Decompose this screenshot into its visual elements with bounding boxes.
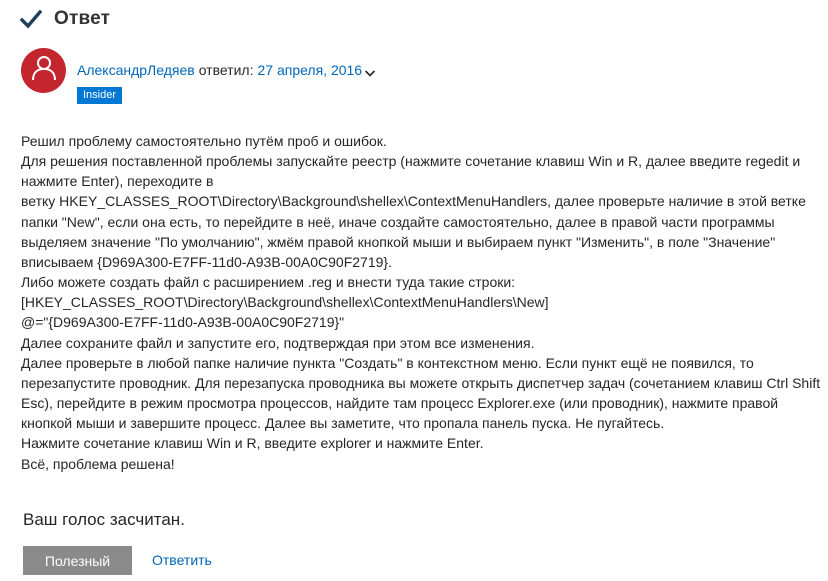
person-icon xyxy=(31,55,56,86)
answer-header: Ответ xyxy=(19,8,111,30)
answer-meta: АлександрЛедяев ответил: 27 апреля, 2016 xyxy=(77,62,376,78)
vote-confirmation: Ваш голос засчитан. xyxy=(23,510,185,529)
reply-link[interactable]: Ответить xyxy=(152,552,212,568)
answer-body: Решил проблему самостоятельно путём проб… xyxy=(21,131,826,474)
body-line: Для решения поставленной проблемы запуск… xyxy=(21,153,801,190)
body-line: Либо можете создать файл с расширением .… xyxy=(21,274,516,291)
chevron-down-icon[interactable] xyxy=(364,65,376,77)
helpful-button[interactable]: Полезный xyxy=(23,546,132,575)
body-line: [HKEY_CLASSES_ROOT\Directory\Background\… xyxy=(21,294,549,311)
answer-title: Ответ xyxy=(54,8,111,29)
body-line: Решил проблему самостоятельно путём проб… xyxy=(21,133,387,149)
author-link[interactable]: АлександрЛедяев xyxy=(77,62,195,78)
check-icon xyxy=(19,8,43,30)
answered-label: ответил: xyxy=(198,62,254,78)
body-line: Далее сохраните файл и запустите его, по… xyxy=(21,334,535,351)
avatar[interactable] xyxy=(21,48,66,93)
body-line: Нажмите сочетание клавиш Win и R, введит… xyxy=(21,435,484,452)
body-line: Далее проверьте в любой папке наличие пу… xyxy=(21,354,821,432)
insider-badge: Insider xyxy=(77,87,123,104)
body-line: ветку HKEY_CLASSES_ROOT\Directory\Backgr… xyxy=(21,193,806,270)
answer-date-link[interactable]: 27 апреля, 2016 xyxy=(257,62,362,78)
body-line: @="{D969A300-E7FF-11d0-A93B-00A0C90F2719… xyxy=(21,314,345,331)
body-line: Всё, проблема решена! xyxy=(21,455,175,472)
